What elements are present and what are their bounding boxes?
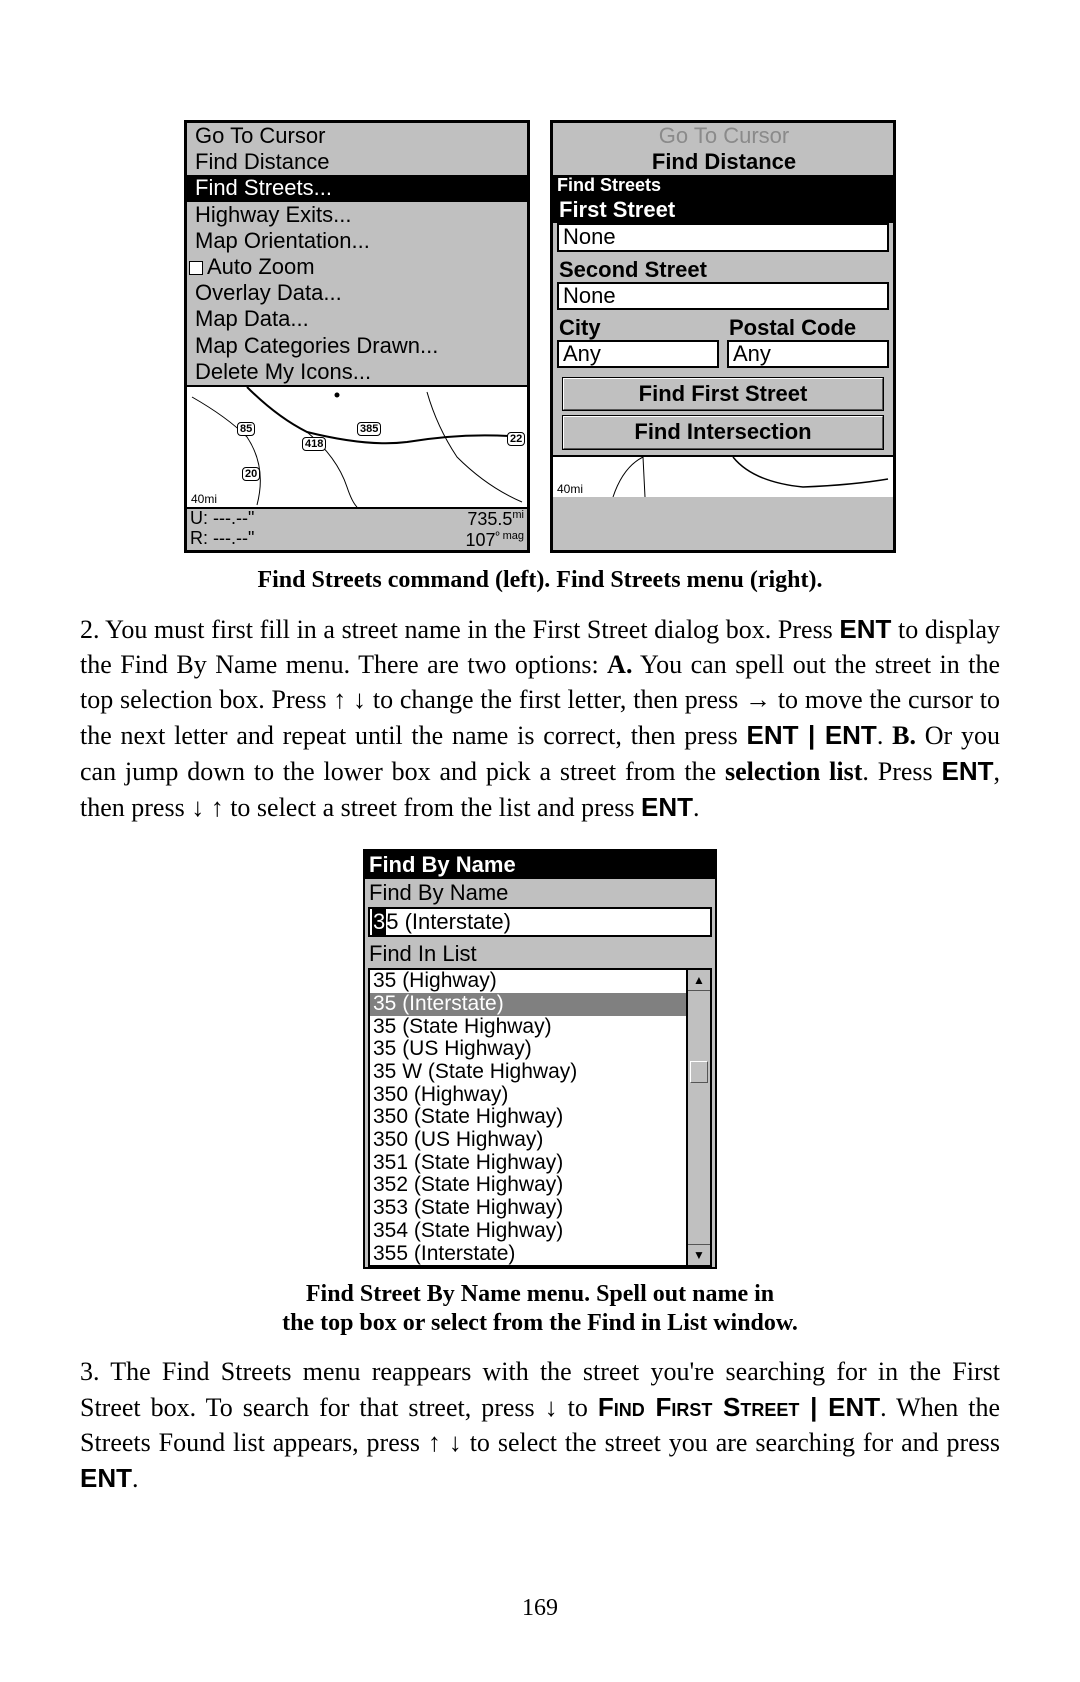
first-street-value[interactable]: None [557, 223, 889, 251]
postal-label: Postal Code [723, 314, 893, 340]
shield-20: 20 [242, 467, 260, 481]
menu-item[interactable]: Find Streets... [187, 175, 527, 201]
map-scale: 40mi [191, 492, 217, 506]
list-item[interactable]: 35 (State Highway) [370, 1016, 686, 1039]
paragraph-2: 2. You must first fill in a street name … [80, 612, 1000, 825]
caption-2a: Find Street By Name menu. Spell out name… [80, 1281, 1000, 1308]
scroll-up-icon[interactable]: ▲ [688, 970, 710, 991]
list-item[interactable]: 354 (State Highway) [370, 1220, 686, 1243]
postal-value[interactable]: Any [727, 340, 889, 368]
second-street-label: Second Street [553, 256, 893, 282]
list-item[interactable]: 35 (Interstate) [370, 993, 686, 1016]
menu-item-label: Overlay Data... [195, 280, 342, 305]
menu-item[interactable]: Map Data... [187, 306, 527, 332]
menu-item-label: Auto Zoom [207, 254, 315, 279]
gps-right-screen: Go To Cursor Find Distance Find Streets … [550, 120, 896, 553]
page-number: 169 [0, 1595, 1080, 1622]
city-label: City [553, 314, 723, 340]
manual-page: Go To CursorFind DistanceFind Streets...… [0, 0, 1080, 1682]
map-strip-right: 40mi [553, 455, 893, 497]
find-intersection-button[interactable]: Find Intersection [563, 416, 883, 448]
menu-list: Go To CursorFind DistanceFind Streets...… [187, 123, 527, 385]
shield-22: 22 [507, 432, 525, 446]
menu-item-label: Map Categories Drawn... [195, 333, 438, 358]
menu-item[interactable]: Find Distance [187, 149, 527, 175]
menu-item-label: Find Distance [195, 149, 330, 174]
fbn-scrollbar[interactable]: ▲ ▼ [688, 968, 712, 1267]
list-item[interactable]: 350 (US Highway) [370, 1129, 686, 1152]
menu-item[interactable]: Map Categories Drawn... [187, 333, 527, 359]
map-svg: 40mi [187, 387, 527, 507]
scroll-thumb[interactable] [690, 1061, 708, 1083]
list-item[interactable]: 355 (Interstate) [370, 1243, 686, 1266]
dim-item-1: Go To Cursor [553, 123, 893, 149]
svg-text:40mi: 40mi [557, 482, 583, 496]
figure-row-1: Go To CursorFind DistanceFind Streets...… [80, 120, 1000, 553]
status-u: U: ---.--" [190, 509, 254, 529]
fbn-list[interactable]: 35 (Highway)35 (Interstate)35 (State Hig… [368, 968, 688, 1267]
list-item[interactable]: 351 (State Highway) [370, 1152, 686, 1175]
status-r: R: ---.--" [190, 529, 254, 549]
status-brg: 107º mag [465, 530, 524, 551]
fbn-sublabel: Find By Name [365, 879, 715, 907]
fbn-cursor-char: 3 [372, 909, 386, 935]
caption-1: Find Streets command (left). Find Street… [80, 567, 1000, 594]
status-dist: 735.5mi [465, 509, 524, 530]
first-street-header: First Street [553, 197, 893, 223]
menu-item-label: Map Orientation... [195, 228, 370, 253]
city-value[interactable]: Any [557, 340, 719, 368]
fbn-entry[interactable]: 35 (Interstate) [368, 907, 712, 937]
list-item[interactable]: 35 (Highway) [370, 970, 686, 993]
menu-item[interactable]: Highway Exits... [187, 202, 527, 228]
menu-item[interactable]: Go To Cursor [187, 123, 527, 149]
caption-2b: the top box or select from the Find in L… [80, 1310, 1000, 1337]
second-street-value[interactable]: None [557, 282, 889, 310]
paragraph-3: 3. The Find Streets menu reappears with … [80, 1355, 1000, 1496]
shield-418: 418 [302, 437, 326, 451]
menu-item-label: Go To Cursor [195, 123, 325, 148]
find-by-name-screen: Find By Name Find By Name 35 (Interstate… [363, 849, 717, 1269]
list-item[interactable]: 35 (US Highway) [370, 1038, 686, 1061]
menu-item[interactable]: Overlay Data... [187, 280, 527, 306]
map-strip-left: 40mi 85 385 418 20 22 [187, 385, 527, 507]
status-row: U: ---.--" R: ---.--" 735.5mi 107º mag [187, 507, 527, 551]
shield-385: 385 [357, 422, 381, 436]
menu-item[interactable]: Map Orientation... [187, 228, 527, 254]
fbn-entry-rest: 5 (Interstate) [386, 909, 511, 935]
list-item[interactable]: 350 (Highway) [370, 1084, 686, 1107]
find-streets-title: Find Streets [553, 175, 893, 197]
gps-left-screen: Go To CursorFind DistanceFind Streets...… [184, 120, 530, 553]
list-item[interactable]: 352 (State Highway) [370, 1174, 686, 1197]
dim-item-2: Find Distance [553, 149, 893, 175]
menu-item[interactable]: Auto Zoom [187, 254, 527, 280]
menu-item[interactable]: Delete My Icons... [187, 359, 527, 385]
menu-item-label: Find Streets... [195, 175, 332, 200]
scroll-down-icon[interactable]: ▼ [688, 1244, 710, 1265]
list-item[interactable]: 353 (State Highway) [370, 1197, 686, 1220]
list-item[interactable]: 350 (State Highway) [370, 1106, 686, 1129]
menu-item-label: Map Data... [195, 306, 309, 331]
checkbox-icon[interactable] [189, 261, 203, 275]
shield-85: 85 [237, 422, 255, 436]
find-first-street-button[interactable]: Find First Street [563, 378, 883, 410]
fbn-list-label: Find In List [365, 940, 715, 968]
list-item[interactable]: 35 W (State Highway) [370, 1061, 686, 1084]
menu-item-label: Highway Exits... [195, 202, 352, 227]
fbn-titlebar: Find By Name [365, 851, 715, 879]
menu-item-label: Delete My Icons... [195, 359, 371, 384]
